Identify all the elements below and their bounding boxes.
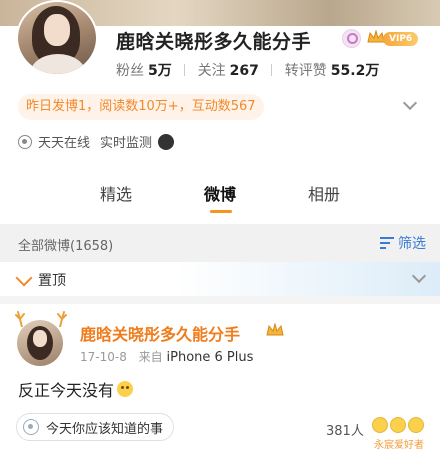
post-body[interactable]: 反正今天没有 [18, 377, 134, 401]
profile-avatar[interactable] [16, 0, 98, 76]
tab-album[interactable]: 相册 [308, 181, 340, 205]
monitor-label: 实时监测 [100, 136, 153, 151]
topic-icon [23, 419, 39, 435]
active-tab-indicator [210, 210, 232, 213]
post-date: 17-10-8 [80, 350, 127, 364]
divider [0, 296, 440, 304]
online-icon [18, 134, 32, 149]
chevron-down-icon[interactable] [402, 95, 418, 111]
tab-featured[interactable]: 精选 [100, 181, 132, 205]
activity-summary[interactable]: 昨日发博1，阅读数10万+，互动数567 [18, 94, 264, 120]
like-count[interactable]: 381人 [326, 420, 364, 439]
search-icon[interactable] [342, 29, 361, 48]
topic-chip[interactable]: 今天你应该知道的事 [16, 413, 175, 441]
stat-followers[interactable]: 粉丝 5万 [116, 63, 176, 79]
weibo-count: 全部微博(1658) [18, 239, 114, 254]
weibo-profile-page: 鹿晗关晓彤多久能分手 VIP6 粉丝 5万 关注 267 转评赞 55.2万 昨日发博… [0, 0, 440, 455]
post-meta: 17-10-8 来自 iPhone 6 Plus [80, 350, 254, 365]
monitor-icon[interactable] [158, 133, 175, 150]
pinned-label: 置顶 [38, 273, 66, 289]
pinned-bar[interactable]: 置顶 [0, 262, 440, 296]
post-device: iPhone 6 Plus [166, 350, 254, 365]
post-author[interactable]: 鹿晗关晓彤多久能分手 [80, 321, 240, 345]
reaction-icon [372, 417, 388, 433]
filter-icon [380, 237, 394, 249]
crown-icon [266, 323, 284, 336]
stat-interactions[interactable]: 转评赞 55.2万 [285, 63, 380, 79]
pin-icon [15, 269, 33, 287]
profile-name: 鹿晗关晓彤多久能分手 [116, 31, 312, 53]
profile-stats: 粉丝 5万 关注 267 转评赞 55.2万 [116, 60, 379, 80]
online-status: 天天在线 实时监测 [18, 132, 175, 151]
watermark: 永宸爱好者 [374, 440, 424, 451]
reaction-icon [390, 417, 406, 433]
filter-button[interactable]: 筛选 [380, 233, 426, 253]
vip-badge[interactable]: VIP6 [383, 32, 419, 46]
emoji-icon [117, 381, 134, 397]
reaction-icon [408, 417, 424, 433]
post-avatar[interactable] [17, 320, 63, 366]
profile-tabs: 精选 微博 相册 [0, 170, 440, 214]
weibo-section-bar: 全部微博(1658) 筛选 [0, 224, 440, 262]
stat-following[interactable]: 关注 267 [198, 63, 264, 79]
chevron-down-icon[interactable] [411, 268, 427, 284]
tab-weibo[interactable]: 微博 [204, 181, 236, 205]
